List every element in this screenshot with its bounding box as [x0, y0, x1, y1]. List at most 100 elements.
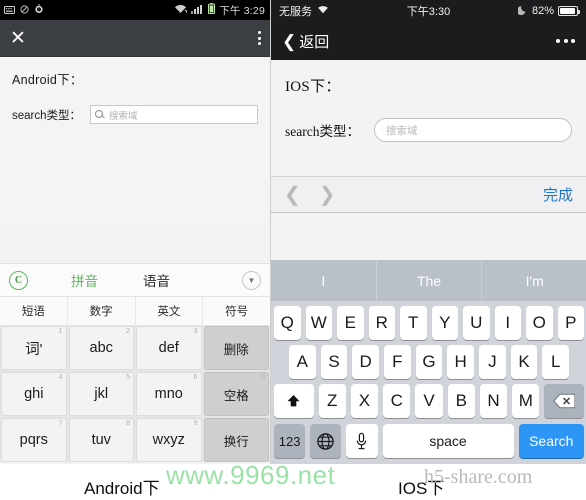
- keypad-row: 1 词' 2 abc 3 def 删除: [0, 326, 270, 370]
- key-k[interactable]: K: [510, 345, 538, 379]
- android-search-label: search类型：: [12, 109, 82, 122]
- fn-symbols[interactable]: 符号: [203, 297, 270, 325]
- key-p[interactable]: P: [557, 306, 584, 340]
- key-r[interactable]: R: [368, 306, 395, 340]
- prev-field-button[interactable]: ❮: [284, 185, 301, 205]
- android-search-placeholder: 搜索域: [109, 110, 138, 122]
- ios-carrier-label: 无服务: [279, 6, 312, 18]
- key-y[interactable]: Y: [431, 306, 458, 340]
- key-x[interactable]: X: [350, 384, 379, 418]
- suggestion-1[interactable]: The: [377, 260, 483, 301]
- ios-page-content: IOS下： search类型： 搜索域: [271, 60, 586, 176]
- key-number: 1: [58, 328, 63, 335]
- tab-voice[interactable]: 语音: [143, 270, 170, 290]
- key-e[interactable]: E: [337, 306, 364, 340]
- ios-battery-percent: 82%: [531, 5, 554, 17]
- fn-english[interactable]: 英文: [136, 297, 204, 325]
- key-7[interactable]: 7 pqrs: [1, 418, 67, 462]
- key-9[interactable]: 9 wxyz: [136, 418, 202, 462]
- key-label: mno: [154, 386, 183, 402]
- key-t[interactable]: T: [400, 306, 427, 340]
- key-2[interactable]: 2 abc: [68, 326, 134, 370]
- android-page-title: Android下：: [12, 73, 83, 87]
- key-g[interactable]: G: [415, 345, 443, 379]
- key-w[interactable]: W: [305, 306, 332, 340]
- key-label: 空格: [223, 388, 249, 403]
- key-label: wxyz: [152, 432, 185, 448]
- key-6[interactable]: 6 mno: [136, 372, 202, 416]
- ime-logo-icon[interactable]: C: [9, 270, 28, 290]
- key-delete[interactable]: 删除: [203, 326, 269, 370]
- suggestion-2[interactable]: I'm: [482, 260, 586, 301]
- key-s[interactable]: S: [320, 345, 348, 379]
- android-page-content: Android下： search类型： 搜索域: [0, 57, 270, 223]
- key-8[interactable]: 8 tuv: [68, 418, 134, 462]
- key-n[interactable]: N: [479, 384, 508, 418]
- ios-search-input[interactable]: 搜索域: [373, 118, 572, 142]
- suggestion-0[interactable]: I: [271, 260, 377, 301]
- android-status-left-icons: [4, 2, 44, 18]
- key-h[interactable]: H: [447, 345, 475, 379]
- alarm-icon: [34, 2, 44, 18]
- key-4[interactable]: 4 ghi: [1, 372, 67, 416]
- done-button[interactable]: 完成: [543, 184, 573, 205]
- next-field-button[interactable]: ❯: [319, 185, 336, 205]
- key-a[interactable]: A: [288, 345, 316, 379]
- caption-android: Android下: [84, 479, 160, 498]
- key-i[interactable]: I: [494, 306, 521, 340]
- space-key[interactable]: space: [382, 424, 514, 458]
- fn-numbers[interactable]: 数字: [68, 297, 136, 325]
- key-o[interactable]: O: [526, 306, 553, 340]
- key-5[interactable]: 5 jkl: [68, 372, 134, 416]
- keyboard-icon: [4, 2, 15, 18]
- key-v[interactable]: V: [415, 384, 443, 418]
- key-u[interactable]: U: [463, 306, 490, 340]
- key-f[interactable]: F: [384, 345, 411, 379]
- ios-nav-bar: ❮ 返回: [271, 22, 586, 60]
- ios-search-placeholder: 搜索域: [385, 124, 418, 137]
- android-keyboard-toolbar: C 拼音 语音 ▼: [0, 263, 270, 296]
- key-l[interactable]: L: [542, 345, 570, 379]
- android-phone-panel: 下午 3:29 ✕ Android下： search类型： 搜索域 C 拼音 语…: [0, 0, 270, 500]
- fn-phrases[interactable]: 短语: [0, 297, 68, 325]
- key-j[interactable]: J: [479, 345, 506, 379]
- more-dots-icon[interactable]: [556, 39, 575, 43]
- microphone-icon[interactable]: [346, 424, 378, 458]
- overflow-menu-icon[interactable]: [258, 31, 261, 45]
- caption-strip: Android下 IOS下 www.9969.net h5-share.com: [0, 460, 586, 500]
- signal-icon: [191, 4, 204, 17]
- ios-suggestion-bar: I The I'm: [271, 260, 586, 301]
- close-icon[interactable]: ✕: [10, 29, 26, 48]
- key-3[interactable]: 3 def: [136, 326, 202, 370]
- key-z[interactable]: Z: [318, 384, 346, 418]
- back-button[interactable]: ❮ 返回: [282, 31, 329, 52]
- key-number: 8: [126, 420, 130, 427]
- key-b[interactable]: B: [447, 384, 475, 418]
- key-c[interactable]: C: [383, 384, 411, 418]
- search-key[interactable]: Search: [518, 424, 585, 458]
- key-label: ghi: [24, 386, 44, 402]
- key-number: 5: [126, 374, 130, 381]
- watermark-green: www.9969.net: [166, 460, 336, 490]
- key-space[interactable]: 0 空格: [203, 372, 269, 416]
- android-search-input[interactable]: 搜索域: [90, 105, 258, 124]
- ios-keyboard-row-3: Z X C V B N M: [271, 379, 586, 418]
- key-label: 删除: [223, 342, 249, 357]
- battery-icon: [558, 6, 580, 16]
- ios-status-bar: 无服务 下午3:30 82%: [271, 0, 586, 22]
- key-q[interactable]: Q: [274, 306, 301, 340]
- globe-icon[interactable]: [310, 424, 342, 458]
- shift-icon[interactable]: [274, 384, 314, 418]
- key-1[interactable]: 1 词': [1, 326, 67, 370]
- ios-status-left: 无服务: [279, 3, 329, 19]
- backspace-icon[interactable]: [544, 384, 584, 418]
- numeric-mode-button[interactable]: 123: [274, 424, 306, 458]
- key-enter[interactable]: 换行: [203, 418, 269, 462]
- chevron-down-icon[interactable]: ▼: [242, 270, 261, 290]
- tab-pinyin[interactable]: 拼音: [71, 270, 98, 290]
- key-m[interactable]: M: [512, 384, 540, 418]
- key-label: pqrs: [19, 432, 48, 448]
- ios-phone-panel: 无服务 下午3:30 82% ❮ 返回 IOS下： search类型： 搜索域 …: [270, 0, 586, 500]
- key-label: abc: [89, 340, 113, 356]
- key-d[interactable]: D: [352, 345, 379, 379]
